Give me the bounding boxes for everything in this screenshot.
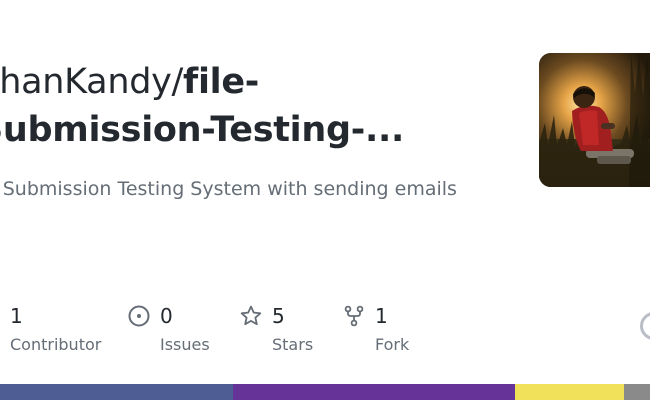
repo-forked-icon <box>342 304 366 328</box>
stat-stars[interactable]: 5 Stars <box>239 300 313 356</box>
repository-name-part-2[interactable]: Submission-Testing-... <box>0 110 404 150</box>
language-segment <box>233 384 515 400</box>
issue-opened-icon <box>127 304 151 328</box>
language-segment <box>624 384 650 400</box>
forks-count: 1 <box>375 304 388 328</box>
owner-avatar[interactable] <box>539 53 650 187</box>
stars-count: 5 <box>272 304 285 328</box>
contributors-label: Contributor <box>10 335 102 354</box>
stat-issues[interactable]: 0 Issues <box>127 300 210 356</box>
issues-label: Issues <box>160 335 210 354</box>
stat-forks[interactable]: 1 Fork <box>342 300 409 356</box>
repository-title[interactable]: ehanKandy/file- Submission-Testing-... <box>0 58 498 154</box>
repository-description: e Submission Testing System with sending… <box>0 178 457 200</box>
forks-label: Fork <box>375 335 410 354</box>
stars-label: Stars <box>272 335 314 354</box>
stat-contributors[interactable]: 1 Contributor <box>10 300 101 356</box>
language-bar <box>0 384 650 400</box>
issues-count: 0 <box>160 304 173 328</box>
repository-owner[interactable]: ehanKandy/ <box>0 62 183 102</box>
repository-social-card: ehanKandy/file- Submission-Testing-... e… <box>0 0 650 400</box>
repository-stats: 1 Contributor 0 Issues 5 Stars 1 Fork <box>0 300 650 360</box>
language-segment <box>0 384 233 400</box>
repository-name-part-1[interactable]: file- <box>183 62 259 102</box>
contributors-count: 1 <box>10 304 23 328</box>
avatar-photo <box>539 53 650 187</box>
star-icon <box>239 304 263 328</box>
language-segment <box>515 384 624 400</box>
